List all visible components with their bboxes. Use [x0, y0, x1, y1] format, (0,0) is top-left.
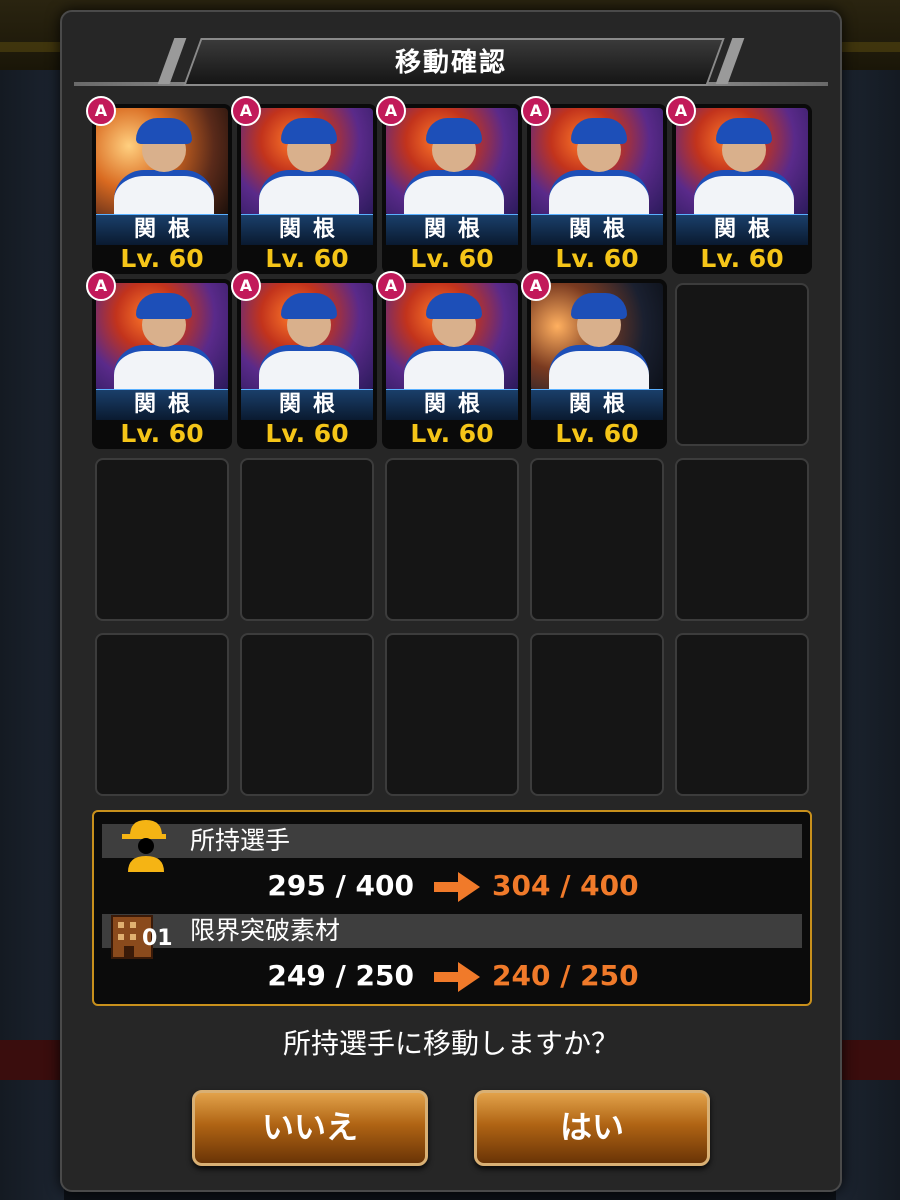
empty-card-slot: [240, 458, 374, 621]
player-name: 関根: [96, 389, 228, 420]
player-level: Lv. 60: [555, 244, 639, 273]
dialog-title: 移動確認: [394, 48, 507, 78]
empty-card-slot: [240, 633, 374, 796]
rank-badge-icon: A: [376, 96, 406, 126]
empty-card-slot: [95, 633, 229, 796]
background-right-panel: [836, 70, 900, 1200]
confirm-question: 所持選手に移動しますか？: [282, 1027, 619, 1060]
limit-break-header: 01 限界突破素材: [102, 914, 802, 959]
player-name: 関根: [241, 214, 373, 245]
player-card[interactable]: 関根 Lv. 60 A: [86, 96, 232, 274]
limit-break-current: 249 / 250: [267, 959, 414, 992]
player-name: 関根: [96, 214, 228, 245]
player-helmet: [281, 118, 337, 144]
player-portrait: [386, 108, 518, 216]
limit-break-after: 240 / 250: [492, 959, 639, 992]
background-left-panel: [0, 70, 64, 1200]
player-uniform: [404, 170, 504, 216]
player-uniform: [404, 345, 504, 391]
empty-card-slot: [530, 458, 664, 621]
player-helmet: [571, 118, 627, 144]
limit-break-label: 限界突破素材: [190, 916, 341, 945]
player-portrait: [676, 108, 808, 216]
player-level: Lv. 60: [265, 244, 349, 273]
player-helmet: [281, 293, 337, 319]
dialog-title-bar: 移動確認: [74, 34, 828, 92]
player-helmet: [136, 293, 192, 319]
player-portrait: [386, 283, 518, 391]
empty-card-slot: [675, 458, 809, 621]
rank-badge-icon: A: [666, 96, 696, 126]
player-level: Lv. 60: [555, 419, 639, 448]
yes-button[interactable]: はい: [474, 1090, 710, 1166]
rank-badge-icon: A: [231, 271, 261, 301]
owned-players-current: 295 / 400: [267, 869, 414, 902]
player-helmet: [716, 118, 772, 144]
player-uniform: [549, 345, 649, 391]
player-card[interactable]: 関根 Lv. 60 A: [231, 271, 377, 449]
player-portrait: [96, 283, 228, 391]
player-level: Lv. 60: [120, 244, 204, 273]
player-helmet: [426, 293, 482, 319]
player-card[interactable]: 関根 Lv. 60 A: [666, 96, 812, 274]
player-name: 関根: [386, 214, 518, 245]
player-uniform: [694, 170, 794, 216]
player-portrait: [531, 108, 663, 216]
player-card[interactable]: 関根 Lv. 60 A: [521, 271, 667, 449]
player-level: Lv. 60: [410, 419, 494, 448]
player-helmet: [571, 293, 627, 319]
player-level: Lv. 60: [120, 419, 204, 448]
player-level: Lv. 60: [700, 244, 784, 273]
player-card[interactable]: 関根 Lv. 60 A: [376, 96, 522, 274]
player-portrait: [241, 283, 373, 391]
background-red-bar-left: [0, 1040, 62, 1080]
owned-players-after: 304 / 400: [492, 869, 639, 902]
owned-players-label: 所持選手: [190, 826, 291, 855]
owned-players-values: 295 / 400 304 / 400: [94, 866, 810, 906]
player-level: Lv. 60: [410, 244, 494, 273]
player-name: 関根: [241, 389, 373, 420]
background-red-bar-right: [838, 1040, 900, 1080]
empty-card-slot: [675, 633, 809, 796]
owned-players-header: 所持選手: [102, 820, 802, 872]
limit-break-icon-number: 01: [142, 926, 173, 951]
empty-card-slot: [385, 633, 519, 796]
player-name: 関根: [531, 214, 663, 245]
empty-card-slot: [385, 458, 519, 621]
arrow-right-icon: [434, 872, 480, 902]
player-card[interactable]: 関根 Lv. 60 A: [231, 96, 377, 274]
no-button[interactable]: いいえ: [192, 1090, 428, 1166]
rank-badge-icon: A: [86, 271, 116, 301]
player-level: Lv. 60: [265, 419, 349, 448]
player-card[interactable]: 関根 Lv. 60 A: [376, 271, 522, 449]
player-uniform: [259, 345, 359, 391]
player-name: 関根: [531, 389, 663, 420]
move-confirm-dialog: 移動確認 関根 Lv. 60 A 関根 Lv. 60 A 関根 Lv. 60 A 関根 Lv. 60…: [60, 10, 842, 1192]
player-helmet: [136, 118, 192, 144]
rank-badge-icon: A: [521, 271, 551, 301]
player-card[interactable]: 関根 Lv. 60 A: [86, 271, 232, 449]
empty-card-slot: [95, 458, 229, 621]
player-uniform: [259, 170, 359, 216]
rank-badge-icon: A: [521, 96, 551, 126]
player-uniform: [114, 170, 214, 216]
player-uniform: [549, 170, 649, 216]
summary-panel: 所持選手 295 / 400 304 / 400 01 限界突破素材 249 /…: [92, 810, 812, 1006]
player-name: 関根: [676, 214, 808, 245]
limit-break-values: 249 / 250 240 / 250: [94, 956, 810, 996]
player-card[interactable]: 関根 Lv. 60 A: [521, 96, 667, 274]
player-name: 関根: [386, 389, 518, 420]
player-uniform: [114, 345, 214, 391]
rank-badge-icon: A: [86, 96, 116, 126]
player-portrait: [96, 108, 228, 216]
rank-badge-icon: A: [376, 271, 406, 301]
empty-card-slot: [530, 633, 664, 796]
player-helmet: [426, 118, 482, 144]
player-portrait: [531, 283, 663, 391]
rank-badge-icon: A: [231, 96, 261, 126]
player-portrait: [241, 108, 373, 216]
arrow-right-icon: [434, 962, 480, 992]
empty-card-slot: [675, 283, 809, 446]
